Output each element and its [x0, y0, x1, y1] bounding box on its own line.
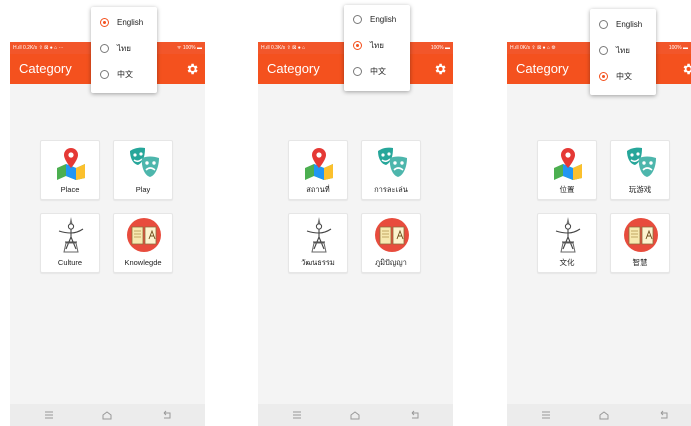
book-icon [375, 218, 409, 252]
menu-icon[interactable] [291, 409, 303, 421]
book-icon [624, 218, 658, 252]
tile-play[interactable]: 玩游戏 [610, 140, 670, 200]
radio-unselected[interactable] [353, 15, 362, 24]
tile-label: 文化 [559, 258, 575, 267]
page-title: Category [19, 61, 72, 76]
status-left: H.ıll 0.3K/s ⇪ ⊠ ● ⌂ [261, 45, 306, 51]
tile-place[interactable]: Place [40, 140, 100, 200]
thai-dancer-icon [555, 217, 581, 253]
nav-bar [10, 404, 205, 426]
option-label: ไทย [117, 44, 131, 53]
theatre-masks-icon [130, 147, 159, 177]
tile-label: ภูมิปัญญา [375, 258, 407, 267]
theatre-masks-icon [378, 147, 407, 177]
gear-icon[interactable] [433, 62, 447, 76]
tile-label: Play [135, 185, 151, 194]
radio-selected[interactable] [353, 41, 362, 50]
status-right: ᯤ 100% ▬ [176, 45, 202, 51]
phone-screen-thai: H.ıll 0.3K/s ⇪ ⊠ ● ⌂ 100% ▬ Category สถา… [258, 42, 453, 426]
tile-place[interactable]: สถานที่ [288, 140, 348, 200]
language-option-chinese[interactable]: 中文 [344, 62, 410, 82]
nav-bar [507, 404, 691, 426]
tile-label: สถานที่ [306, 185, 330, 194]
language-option-chinese[interactable]: 中文 [91, 65, 157, 85]
map-pin-icon [554, 148, 582, 180]
tile-culture[interactable]: วัฒนธรรม [288, 213, 348, 273]
language-option-chinese[interactable]: 中文 [590, 67, 656, 87]
phone-screen-english: H.ıll 0.2K/s ⇪ ⊠ ● ⌂ ··· ᯤ 100% ▬ Catego… [10, 42, 205, 426]
radio-unselected[interactable] [599, 20, 608, 29]
tile-knowledge[interactable]: Knowlegde [113, 213, 173, 273]
status-left: H.ıll 0K/s ⇪ ⊠ ● ⌂ ⚙ [510, 45, 556, 51]
book-icon [127, 218, 161, 252]
language-option-thai[interactable]: ไทย [344, 36, 410, 56]
menu-icon[interactable] [540, 409, 552, 421]
status-left: H.ıll 0.2K/s ⇪ ⊠ ● ⌂ ··· [13, 45, 64, 51]
phone-screen-chinese: H.ıll 0K/s ⇪ ⊠ ● ⌂ ⚙ 100% ▬ Category 位置 … [507, 42, 691, 426]
option-label: English [370, 15, 397, 24]
gear-icon[interactable] [185, 62, 199, 76]
language-menu: English ไทย 中文 [91, 7, 157, 93]
back-icon[interactable] [658, 409, 670, 421]
option-label: ไทย [616, 46, 630, 55]
home-icon[interactable] [101, 409, 113, 421]
tile-label: วัฒนธรรม [301, 258, 335, 267]
page-title: Category [267, 61, 320, 76]
page-title: Category [516, 61, 569, 76]
tile-label: Knowlegde [124, 258, 162, 267]
tile-label: Place [60, 185, 80, 194]
back-icon[interactable] [409, 409, 421, 421]
radio-unselected[interactable] [599, 46, 608, 55]
language-option-english[interactable]: English [91, 13, 157, 33]
language-menu: English ไทย 中文 [344, 5, 410, 91]
nav-bar [258, 404, 453, 426]
map-pin-icon [305, 148, 333, 180]
option-label: 中文 [370, 67, 386, 76]
option-label: ไทย [370, 41, 384, 50]
language-option-thai[interactable]: ไทย [590, 41, 656, 61]
option-label: English [117, 18, 144, 27]
tile-knowledge[interactable]: ภูมิปัญญา [361, 213, 421, 273]
status-right: 100% ▬ [430, 45, 450, 51]
tile-play[interactable]: Play [113, 140, 173, 200]
theatre-masks-icon [627, 147, 656, 177]
tile-label: Culture [57, 258, 83, 267]
language-menu: English ไทย 中文 [590, 9, 656, 95]
tile-label: 智慧 [632, 258, 648, 267]
tile-label: 位置 [559, 185, 575, 194]
thai-dancer-icon [58, 217, 84, 253]
language-option-thai[interactable]: ไทย [91, 39, 157, 59]
language-option-english[interactable]: English [590, 15, 656, 35]
radio-selected[interactable] [100, 18, 109, 27]
radio-unselected[interactable] [353, 67, 362, 76]
option-label: 中文 [616, 72, 632, 81]
tile-play[interactable]: การละเล่น [361, 140, 421, 200]
tile-label: 玩游戏 [628, 185, 652, 194]
home-icon[interactable] [349, 409, 361, 421]
option-label: English [616, 20, 643, 29]
tile-culture[interactable]: Culture [40, 213, 100, 273]
radio-selected[interactable] [599, 72, 608, 81]
language-option-english[interactable]: English [344, 10, 410, 30]
option-label: 中文 [117, 70, 133, 79]
tile-knowledge[interactable]: 智慧 [610, 213, 670, 273]
tile-place[interactable]: 位置 [537, 140, 597, 200]
map-pin-icon [57, 148, 85, 180]
status-right: 100% ▬ [668, 45, 688, 51]
tile-label: การละเล่น [374, 185, 408, 194]
radio-unselected[interactable] [100, 44, 109, 53]
back-icon[interactable] [161, 409, 173, 421]
menu-icon[interactable] [43, 409, 55, 421]
gear-icon[interactable] [681, 62, 691, 76]
home-icon[interactable] [598, 409, 610, 421]
tile-culture[interactable]: 文化 [537, 213, 597, 273]
thai-dancer-icon [306, 217, 332, 253]
radio-unselected[interactable] [100, 70, 109, 79]
